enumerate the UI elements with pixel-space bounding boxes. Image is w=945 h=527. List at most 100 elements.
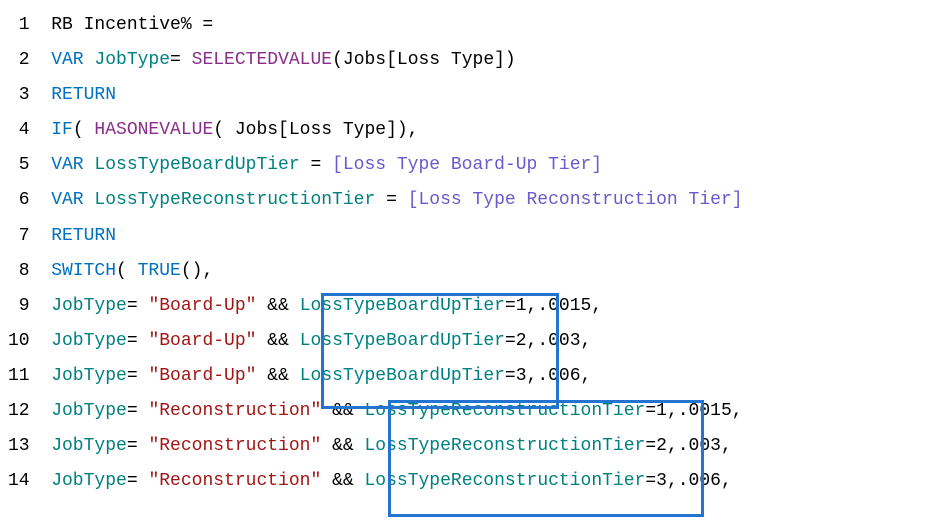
- code-token: "Board-Up": [148, 296, 256, 316]
- line-number: 11: [8, 359, 30, 394]
- code-token: LossTypeBoardUpTier: [300, 331, 505, 351]
- line-number: 7: [8, 219, 30, 254]
- line-number: 14: [8, 464, 30, 499]
- dax-formula-editor[interactable]: 1 RB Incentive% =2 VAR JobType= SELECTED…: [8, 8, 937, 499]
- code-token: &&: [256, 296, 299, 316]
- code-token: [40, 261, 51, 281]
- code-token: =: [127, 471, 149, 491]
- code-token: LossTypeReconstructionTier: [364, 401, 645, 421]
- code-token: &&: [256, 366, 299, 386]
- line-number: 5: [8, 148, 30, 183]
- code-line[interactable]: 9 JobType= "Board-Up" && LossTypeBoardUp…: [8, 289, 937, 324]
- code-line[interactable]: 3 RETURN: [8, 78, 937, 113]
- code-line[interactable]: 11 JobType= "Board-Up" && LossTypeBoardU…: [8, 359, 937, 394]
- code-line[interactable]: 2 VAR JobType= SELECTEDVALUE(Jobs[Loss T…: [8, 43, 937, 78]
- code-token: JobType: [51, 436, 127, 456]
- line-number: 6: [8, 183, 30, 218]
- code-token: RETURN: [51, 85, 116, 105]
- code-token: TRUE: [138, 261, 181, 281]
- code-token: =: [300, 155, 332, 175]
- code-line[interactable]: 4 IF( HASONEVALUE( Jobs[Loss Type]),: [8, 113, 937, 148]
- code-token: VAR: [51, 50, 83, 70]
- code-line[interactable]: 7 RETURN: [8, 219, 937, 254]
- code-token: SWITCH: [51, 261, 116, 281]
- code-token: VAR: [51, 190, 83, 210]
- line-number: 3: [8, 78, 30, 113]
- code-token: JobType: [94, 50, 170, 70]
- code-token: &&: [321, 471, 364, 491]
- code-token: =3,.006,: [645, 471, 731, 491]
- line-number: 1: [8, 8, 30, 43]
- code-token: LossTypeBoardUpTier: [94, 155, 299, 175]
- code-token: =1,.0015,: [505, 296, 602, 316]
- code-token: JobType: [51, 471, 127, 491]
- code-token: =3,.006,: [505, 366, 591, 386]
- code-line[interactable]: 1 RB Incentive% =: [8, 8, 937, 43]
- line-number: 9: [8, 289, 30, 324]
- code-token: [40, 85, 51, 105]
- code-token: =2,.003,: [505, 331, 591, 351]
- code-token: SELECTEDVALUE: [192, 50, 332, 70]
- code-line[interactable]: 8 SWITCH( TRUE(),: [8, 254, 937, 289]
- code-token: [40, 155, 51, 175]
- code-token: [84, 190, 95, 210]
- code-line[interactable]: 10 JobType= "Board-Up" && LossTypeBoardU…: [8, 324, 937, 359]
- code-token: =1,.0015,: [645, 401, 742, 421]
- code-token: (),: [181, 261, 213, 281]
- code-token: [40, 366, 51, 386]
- code-token: (Jobs[Loss Type]): [332, 50, 516, 70]
- code-token: JobType: [51, 366, 127, 386]
- code-token: =: [127, 401, 149, 421]
- code-token: LossTypeReconstructionTier: [364, 471, 645, 491]
- code-token: "Board-Up": [148, 366, 256, 386]
- code-token: [40, 296, 51, 316]
- code-token: ( Jobs[Loss Type]),: [213, 120, 418, 140]
- line-number: 4: [8, 113, 30, 148]
- code-token: LossTypeReconstructionTier: [94, 190, 375, 210]
- code-token: [40, 436, 51, 456]
- code-token: [40, 226, 51, 246]
- code-token: LossTypeBoardUpTier: [300, 366, 505, 386]
- line-number: 2: [8, 43, 30, 78]
- code-token: RETURN: [51, 226, 116, 246]
- code-token: [40, 190, 51, 210]
- code-token: =: [127, 366, 149, 386]
- code-token: =: [127, 331, 149, 351]
- code-token: =: [170, 50, 192, 70]
- code-token: [40, 331, 51, 351]
- line-number: 10: [8, 324, 30, 359]
- code-line[interactable]: 12 JobType= "Reconstruction" && LossType…: [8, 394, 937, 429]
- code-line[interactable]: 5 VAR LossTypeBoardUpTier = [Loss Type B…: [8, 148, 937, 183]
- code-token: JobType: [51, 331, 127, 351]
- code-token: [84, 155, 95, 175]
- code-token: [84, 50, 95, 70]
- code-token: [Loss Type Board-Up Tier]: [332, 155, 602, 175]
- code-token: (: [116, 261, 138, 281]
- code-token: (: [73, 120, 95, 140]
- code-token: JobType: [51, 296, 127, 316]
- code-token: IF: [51, 120, 73, 140]
- code-token: &&: [321, 401, 364, 421]
- code-token: =: [127, 436, 149, 456]
- code-token: [40, 471, 51, 491]
- code-token: [40, 50, 51, 70]
- code-line[interactable]: 6 VAR LossTypeReconstructionTier = [Loss…: [8, 183, 937, 218]
- code-token: [40, 401, 51, 421]
- code-token: [40, 15, 51, 35]
- line-number: 8: [8, 254, 30, 289]
- line-number: 12: [8, 394, 30, 429]
- code-token: HASONEVALUE: [94, 120, 213, 140]
- code-token: [40, 120, 51, 140]
- code-token: "Reconstruction": [148, 436, 321, 456]
- code-token: "Reconstruction": [148, 401, 321, 421]
- code-token: RB Incentive% =: [51, 15, 213, 35]
- code-line[interactable]: 14 JobType= "Reconstruction" && LossType…: [8, 464, 937, 499]
- code-token: "Reconstruction": [148, 471, 321, 491]
- code-token: LossTypeReconstructionTier: [364, 436, 645, 456]
- code-token: [Loss Type Reconstruction Tier]: [408, 190, 743, 210]
- line-number: 13: [8, 429, 30, 464]
- code-token: =2,.003,: [645, 436, 731, 456]
- code-token: =: [375, 190, 407, 210]
- code-line[interactable]: 13 JobType= "Reconstruction" && LossType…: [8, 429, 937, 464]
- code-token: =: [127, 296, 149, 316]
